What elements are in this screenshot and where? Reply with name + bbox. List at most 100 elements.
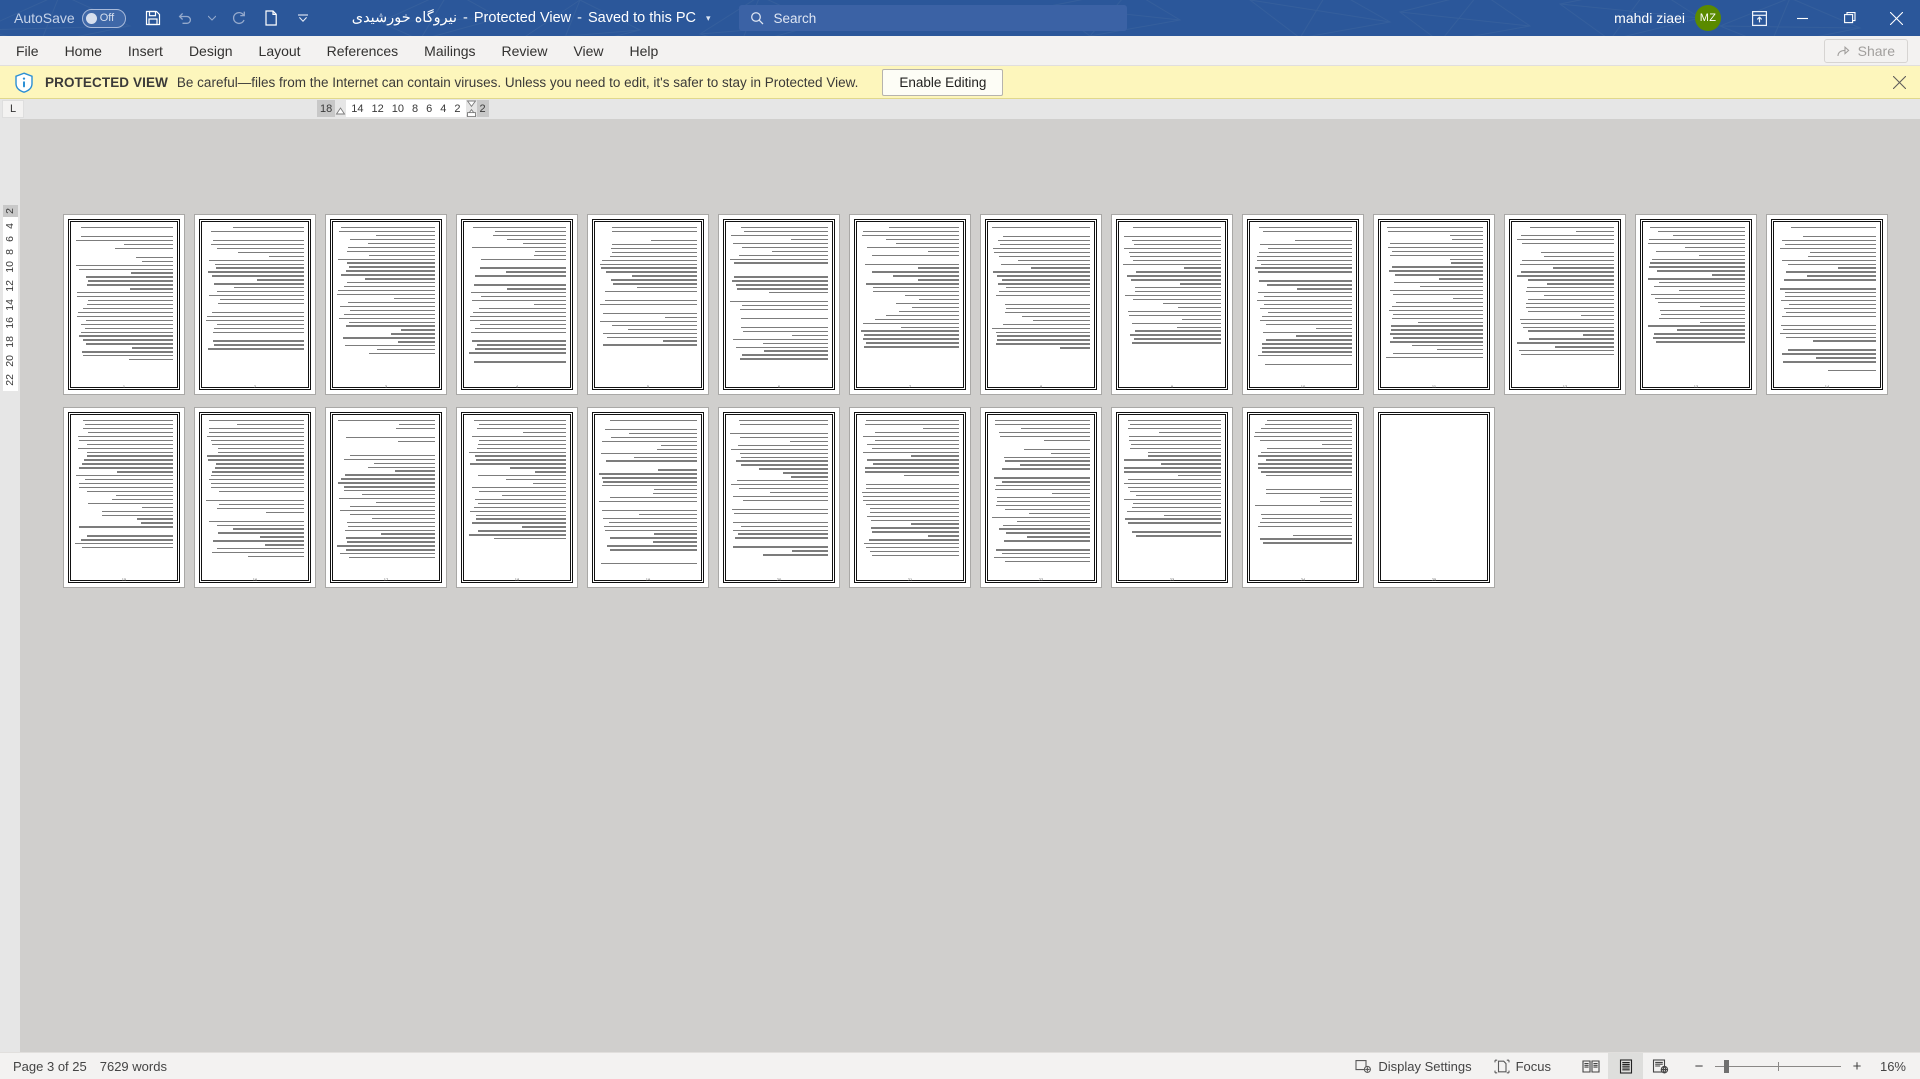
vertical-ruler[interactable]: 2 4 6 8 10 12 14 16 18 20 22: [0, 119, 20, 1052]
user-name[interactable]: mahdi ziaei: [1614, 10, 1685, 26]
page-thumbnail[interactable]: 14: [1767, 215, 1887, 394]
zoom-out-button[interactable]: −: [1692, 1058, 1706, 1075]
page-thumbnail[interactable]: 4: [457, 215, 577, 394]
page-status[interactable]: Page 3 of 25: [13, 1059, 87, 1074]
page-text-block: [861, 227, 959, 380]
page-text-block: [337, 420, 435, 573]
ruler-number-2: 2: [454, 102, 461, 115]
zoom-track[interactable]: [1715, 1059, 1841, 1073]
tab-stop-selector[interactable]: L: [2, 100, 24, 118]
tab-references[interactable]: References: [314, 36, 412, 65]
first-line-indent-marker[interactable]: [335, 100, 346, 117]
restore-button[interactable]: [1826, 0, 1873, 36]
page-thumbnail[interactable]: 23: [1112, 408, 1232, 587]
zoom-slider-handle[interactable]: [1724, 1059, 1729, 1073]
zoom-slider[interactable]: − +: [1692, 1058, 1864, 1075]
page-thumbnail[interactable]: 17: [326, 408, 446, 587]
protected-view-close-icon[interactable]: [1893, 75, 1906, 89]
ribbon-display-options-icon[interactable]: [1739, 0, 1779, 36]
word-count[interactable]: 7629 words: [100, 1059, 167, 1074]
new-document-icon[interactable]: [256, 4, 286, 32]
zoom-level[interactable]: 16%: [1874, 1059, 1906, 1074]
zoom-track-midpoint: [1778, 1061, 1779, 1071]
page-number: 11: [1431, 384, 1437, 389]
read-mode-icon[interactable]: [1573, 1053, 1608, 1079]
page-thumbnail[interactable]: 12: [1505, 215, 1625, 394]
undo-icon[interactable]: [170, 4, 200, 32]
document-canvas[interactable]: 1 2 3 4 5 6 7 8 9 10 11 12 13 14 15 16 17 18 19 20 21 22 23 24 2…: [20, 119, 1920, 1052]
save-icon[interactable]: [138, 4, 168, 32]
tab-view[interactable]: View: [560, 36, 616, 65]
tab-help[interactable]: Help: [617, 36, 672, 65]
hanging-indent-marker[interactable]: [466, 100, 477, 117]
ruler-number-12: 12: [371, 102, 384, 115]
avatar[interactable]: MZ: [1695, 5, 1721, 31]
vruler-number-10: 10: [4, 261, 17, 274]
tab-insert[interactable]: Insert: [115, 36, 176, 65]
editor-body: 2 4 6 8 10 12 14 16 18 20 22 1 2 3 4 5 6 7 8 9 10…: [0, 119, 1920, 1052]
page-text-block: [75, 227, 173, 380]
page-thumbnail[interactable]: 9: [1112, 215, 1232, 394]
page-thumbnail[interactable]: 2: [195, 215, 315, 394]
page-thumbnail[interactable]: 20: [719, 408, 839, 587]
zoom-in-button[interactable]: +: [1850, 1058, 1864, 1075]
autosave-control[interactable]: AutoSave Off: [14, 8, 126, 28]
page-thumbnail[interactable]: 13: [1636, 215, 1756, 394]
display-settings-button[interactable]: Display Settings: [1355, 1059, 1472, 1074]
page-text-block: [1385, 227, 1483, 380]
tab-design[interactable]: Design: [176, 36, 246, 65]
page-thumbnail[interactable]: 15: [64, 408, 184, 587]
redo-icon[interactable]: [224, 4, 254, 32]
page-thumbnail[interactable]: 21: [850, 408, 970, 587]
info-shield-icon: [14, 71, 34, 93]
page-text-block: [75, 420, 173, 573]
search-input[interactable]: Search: [738, 5, 1127, 31]
page-number: 12: [1562, 384, 1568, 389]
title-bar-right-group: mahdi ziaei MZ: [1614, 0, 1920, 36]
page-thumbnail[interactable]: 22: [981, 408, 1101, 587]
page-thumbnail[interactable]: 10: [1243, 215, 1363, 394]
tab-mailings[interactable]: Mailings: [411, 36, 488, 65]
page-number: 23: [1169, 577, 1175, 582]
tab-home[interactable]: Home: [52, 36, 115, 65]
page-number: 1: [122, 384, 126, 389]
page-thumbnail[interactable]: 8: [981, 215, 1101, 394]
close-button[interactable]: [1873, 0, 1920, 36]
page-thumbnail[interactable]: 3: [326, 215, 446, 394]
enable-editing-button[interactable]: Enable Editing: [882, 68, 1004, 96]
page-thumbnail[interactable]: 18: [457, 408, 577, 587]
page-number: 16: [252, 577, 258, 582]
title-chevron-down-icon[interactable]: ▾: [706, 13, 711, 24]
tab-review[interactable]: Review: [489, 36, 561, 65]
page-thumbnail[interactable]: 24: [1243, 408, 1363, 587]
autosave-toggle[interactable]: Off: [81, 8, 126, 28]
page-number: 10: [1300, 384, 1306, 389]
page-thumbnail[interactable]: 7: [850, 215, 970, 394]
page-thumbnail[interactable]: 25: [1374, 408, 1494, 587]
share-button[interactable]: Share: [1823, 38, 1908, 63]
ruler-number-6: 6: [426, 102, 433, 115]
page-thumbnail[interactable]: 16: [195, 408, 315, 587]
focus-button[interactable]: Focus: [1494, 1059, 1551, 1074]
title-separator-1: -: [463, 10, 468, 26]
web-layout-icon[interactable]: [1643, 1053, 1678, 1079]
page-thumbnail[interactable]: 19: [588, 408, 708, 587]
undo-dropdown-chevron-down-icon[interactable]: [202, 4, 222, 32]
customize-quick-access-toolbar-icon[interactable]: [288, 4, 318, 32]
page-thumbnail[interactable]: 11: [1374, 215, 1494, 394]
document-title[interactable]: نیروگاه خورشیدی - Protected View - Saved…: [352, 10, 711, 26]
page-thumbnail[interactable]: 5: [588, 215, 708, 394]
vruler-number-16: 16: [4, 317, 17, 330]
horizontal-ruler[interactable]: L 18 14 12 10 8 6 4 2 2: [0, 99, 1920, 119]
tab-layout[interactable]: Layout: [246, 36, 314, 65]
page-thumbnail[interactable]: 1: [64, 215, 184, 394]
ruler-number-10: 10: [391, 102, 404, 115]
print-layout-icon[interactable]: [1608, 1052, 1643, 1079]
minimize-button[interactable]: [1779, 0, 1826, 36]
page-number: 3: [384, 384, 388, 389]
page-text-block: [599, 420, 697, 573]
page-thumbnail[interactable]: 6: [719, 215, 839, 394]
page-text-block: [337, 227, 435, 380]
vruler-number-20: 20: [4, 354, 17, 367]
tab-file[interactable]: File: [0, 36, 52, 65]
